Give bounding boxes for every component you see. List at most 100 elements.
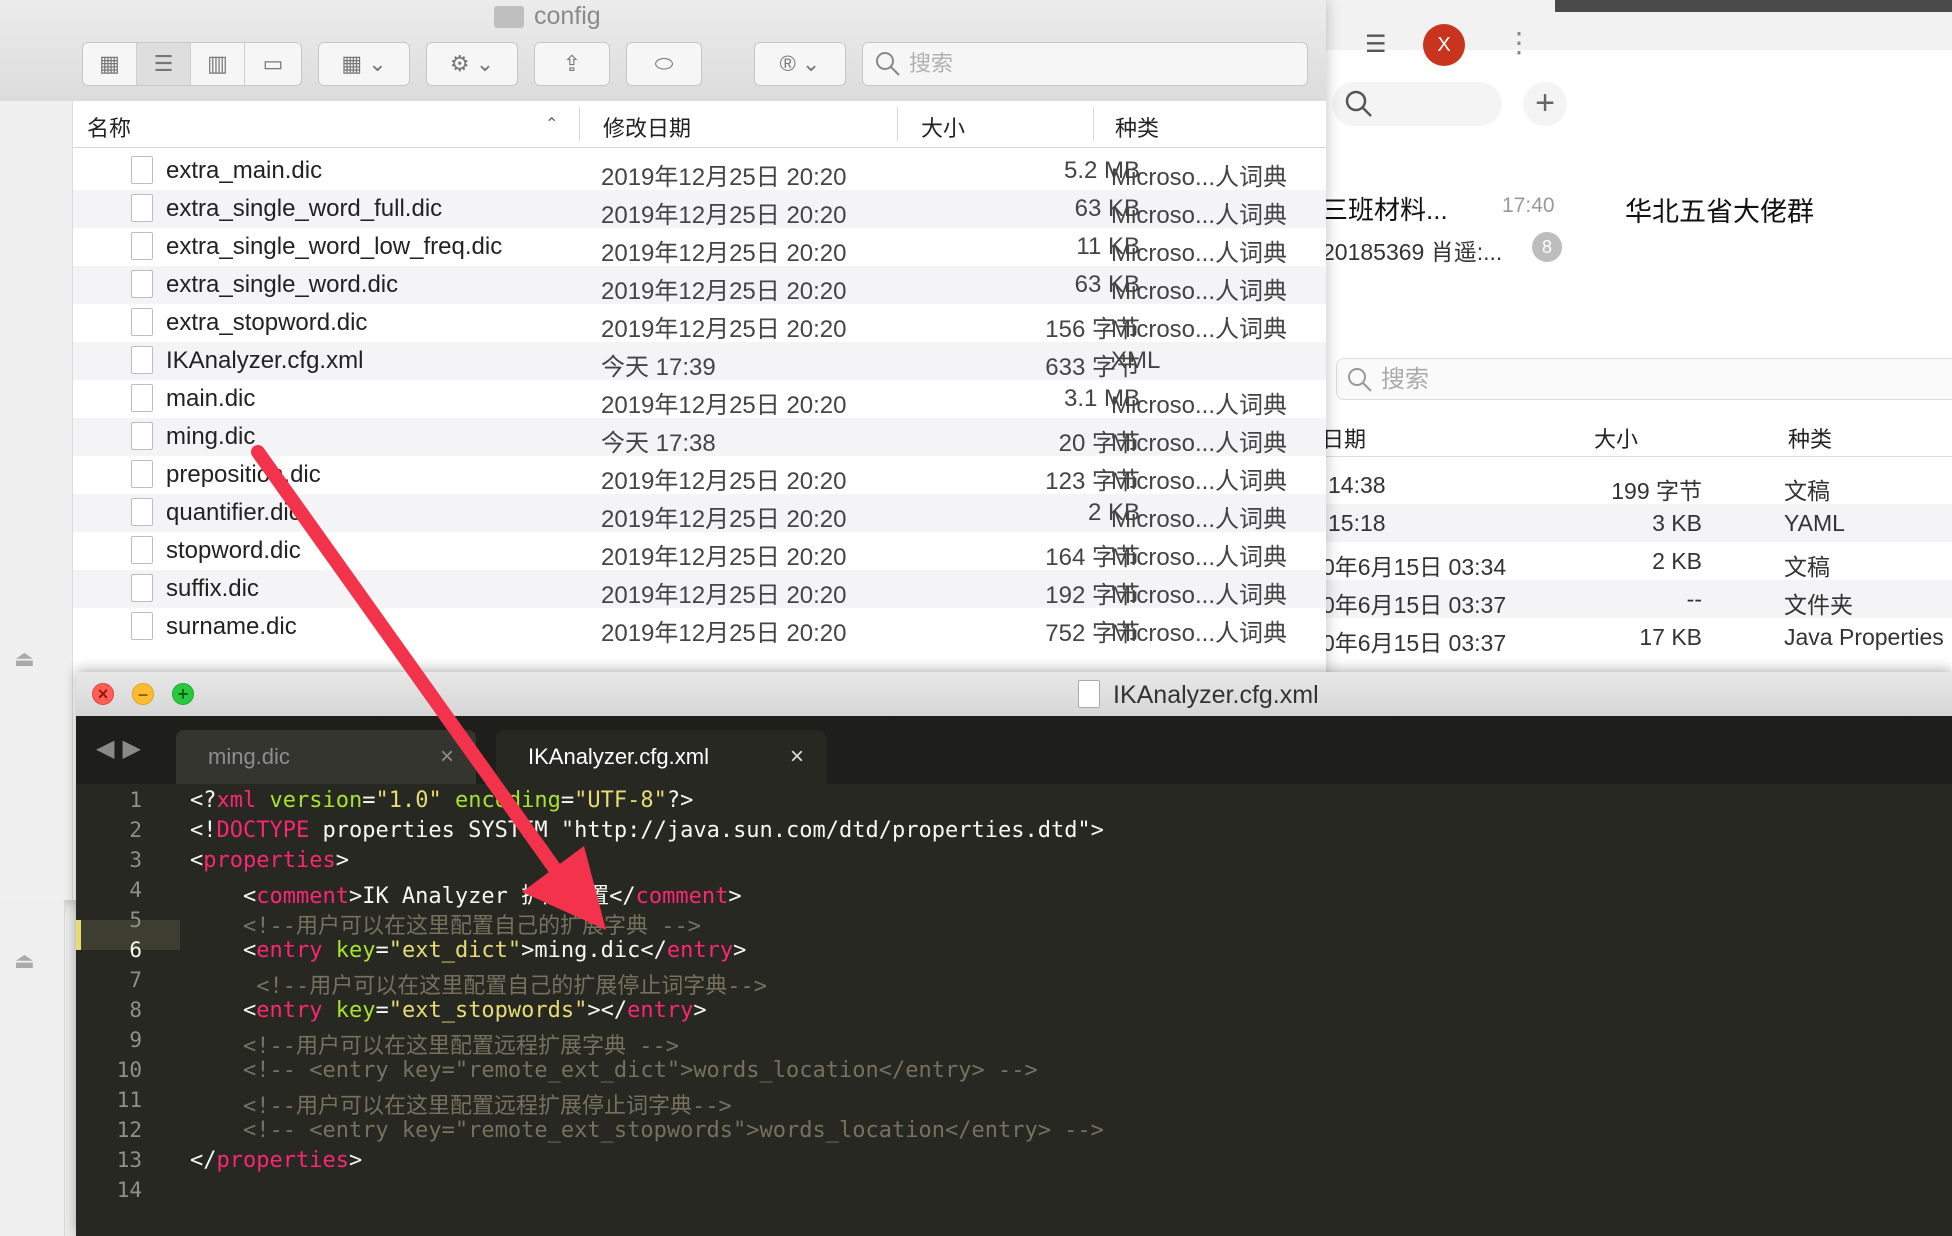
table-row[interactable]: 15:18 3 KB YAML [1322,504,1952,542]
line-number: 9 [129,1028,142,1052]
file-row[interactable]: suffix.dic 2019年12月25日 20:20 192 字节 Microso… [73,570,1326,609]
finder2-search-input[interactable]: 搜索 [1336,358,1952,400]
file-name: extra_single_word_full.dic [166,195,443,222]
file-icon [131,270,153,298]
back-icon[interactable]: ◀ [96,735,122,762]
search-icon [1348,368,1372,392]
file-date: 2019年12月25日 20:20 [601,582,847,609]
gallery-view-icon[interactable]: ▭ [245,43,301,85]
file-date: 2019年12月25日 20:20 [601,506,847,533]
col-name[interactable]: 名称 [87,111,131,143]
line-number: 10 [116,1058,142,1082]
column-view-icon[interactable]: ▥ [191,43,245,85]
file-kind: Microso...人词典 [1111,392,1288,419]
file-icon [131,460,153,488]
sort-ascending-icon[interactable]: ⌃ [545,114,558,134]
file-row[interactable]: extra_single_word_low_freq.dic 2019年12月25… [73,228,1326,267]
editor-window: × – + IKAnalyzer.cfg.xml ◀▶ ming.dic × I… [76,672,1952,1236]
close-icon[interactable]: × [440,730,454,784]
file-row[interactable]: extra_single_word_full.dic 2019年12月25日 20… [73,190,1326,229]
table-row[interactable]: 14:38 199 字节 文稿 [1322,466,1952,504]
file-date: 2019年12月25日 20:20 [601,468,847,495]
file-name: IKAnalyzer.cfg.xml [166,347,364,374]
tag-icon[interactable]: ⬭ [626,42,702,86]
file-icon [131,612,153,640]
unread-badge: 8 [1532,232,1562,262]
tab-ikanalyzer-cfg[interactable]: IKAnalyzer.cfg.xml × [496,730,826,784]
row-kind: 文稿 [1784,478,1830,504]
finder-search-input[interactable]: 搜索 [862,42,1308,86]
forward-icon[interactable]: ▶ [122,735,148,762]
close-icon[interactable]: × [92,683,114,705]
code-line-8: <entry key="ext_stopwords"></entry> [190,998,707,1023]
list-view-icon[interactable]: ☰ [137,43,191,85]
line-number: 5 [129,908,142,932]
file-date: 2019年12月25日 20:20 [601,316,847,343]
code-line-11: <!--用户可以在这里配置远程扩展停止词字典--> [190,1094,732,1119]
file-name: ming.dic [166,423,256,450]
file-kind: Microso...人词典 [1111,164,1288,191]
file-row[interactable]: extra_single_word.dic 2019年12月25日 20:20 63… [73,266,1326,305]
finder-search-placeholder: 搜索 [909,51,954,76]
conversation-title[interactable]: 三班材料... [1322,190,1448,227]
close-icon[interactable]: × [790,730,804,784]
share-icon[interactable]: ⇪ [534,42,610,86]
icon-view-icon[interactable]: ▦ [83,43,137,85]
finder2-col-size[interactable]: 大小 [1594,422,1638,454]
eject-icon[interactable]: ⏏ [14,948,36,974]
table-row[interactable]: 0年6月15日 03:37 -- 文件夹 [1322,580,1952,618]
file-kind: Microso...人词典 [1111,582,1288,609]
app-icon[interactable]: ® ⌄ [754,42,846,86]
file-row[interactable]: quantifier.dic 2019年12月25日 20:20 2 KB Micro… [73,494,1326,533]
editor-tab-bar: ◀▶ ming.dic × IKAnalyzer.cfg.xml × [76,716,1952,784]
group-icon[interactable]: ▦ ⌄ [318,42,410,86]
file-row[interactable]: main.dic 2019年12月25日 20:20 3.1 MB Microso..… [73,380,1326,419]
table-row[interactable]: 0年6月15日 03:34 2 KB 文稿 [1322,542,1952,580]
file-kind: Microso...人词典 [1111,202,1288,229]
finder-toolbar: config ▦ ☰ ▥ ▭ ▦ ⌄ ⚙ ⌄ ⇪ ⬭ ® ⌄ 搜索 [0,0,1326,102]
chat-search-input[interactable] [1332,82,1502,126]
menu-icon[interactable]: ☰ [1365,30,1387,59]
row-size: 199 字节 [1611,478,1702,504]
col-kind[interactable]: 种类 [1115,111,1159,143]
finder2-col-date[interactable]: 日期 [1322,422,1366,454]
row-kind: YAML [1784,510,1845,536]
file-icon [1078,680,1100,708]
conversation-time: 17:40 [1502,194,1555,217]
table-row[interactable]: 0年6月15日 03:37 17 KB Java Properties [1322,618,1952,656]
line-number: 14 [116,1178,142,1202]
file-row[interactable]: extra_main.dic 2019年12月25日 20:20 5.2 MB Mic… [73,152,1326,191]
code-line-13: </properties> [190,1148,363,1173]
zoom-icon[interactable]: + [172,683,194,705]
file-row[interactable]: preposition.dic 2019年12月25日 20:20 123 字节 Mi… [73,456,1326,495]
file-date: 2019年12月25日 20:20 [601,278,847,305]
file-row[interactable]: stopword.dic 2019年12月25日 20:20 164 字节 Micro… [73,532,1326,571]
file-name: preposition.dic [166,461,321,488]
more-icon[interactable]: ⋮ [1505,26,1533,59]
line-number: 11 [116,1088,142,1112]
file-date: 2019年12月25日 20:20 [601,544,847,571]
col-size[interactable]: 大小 [921,111,965,143]
tab-label: IKAnalyzer.cfg.xml [528,744,709,769]
avatar[interactable]: X [1423,24,1465,66]
file-row[interactable]: ming.dic 今天 17:38 20 字节 Microso...人词典 [73,418,1326,457]
line-number: 2 [129,818,142,842]
file-kind: Microso...人词典 [1111,240,1288,267]
file-row[interactable]: IKAnalyzer.cfg.xml 今天 17:39 633 字节 XML [73,342,1326,381]
file-name: main.dic [166,385,256,412]
file-icon [131,574,153,602]
col-modified[interactable]: 修改日期 [603,111,691,143]
minimize-icon[interactable]: – [132,683,154,705]
tab-ming-dic[interactable]: ming.dic × [176,730,476,784]
gear-icon[interactable]: ⚙ ⌄ [426,42,518,86]
file-date: 2019年12月25日 20:20 [601,620,847,647]
plus-icon[interactable]: + [1523,82,1567,126]
file-row[interactable]: surname.dic 2019年12月25日 20:20 752 字节 Micros… [73,608,1326,647]
eject-icon[interactable]: ⏏ [14,646,36,672]
finder2-col-kind[interactable]: 种类 [1788,422,1832,454]
col-separator [1093,107,1094,141]
file-name: quantifier.dic [166,499,301,526]
file-row[interactable]: extra_stopword.dic 2019年12月25日 20:20 156 字… [73,304,1326,343]
file-name: extra_single_word.dic [166,271,399,298]
chat-dark-bar [1555,0,1952,12]
